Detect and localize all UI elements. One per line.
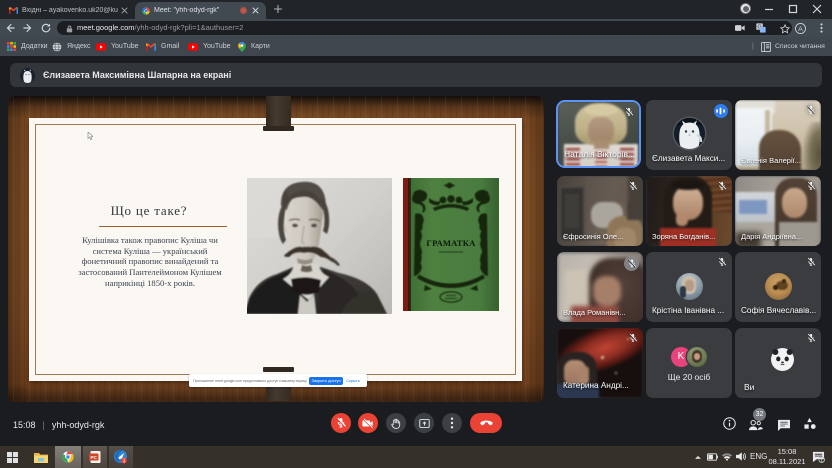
svg-text:РС: РС xyxy=(91,455,98,460)
svg-text:ГРАМАТКА: ГРАМАТКА xyxy=(426,238,476,248)
svg-text:3: 3 xyxy=(123,458,126,464)
svg-text:1: 1 xyxy=(820,458,823,463)
svg-text:A: A xyxy=(798,25,803,32)
